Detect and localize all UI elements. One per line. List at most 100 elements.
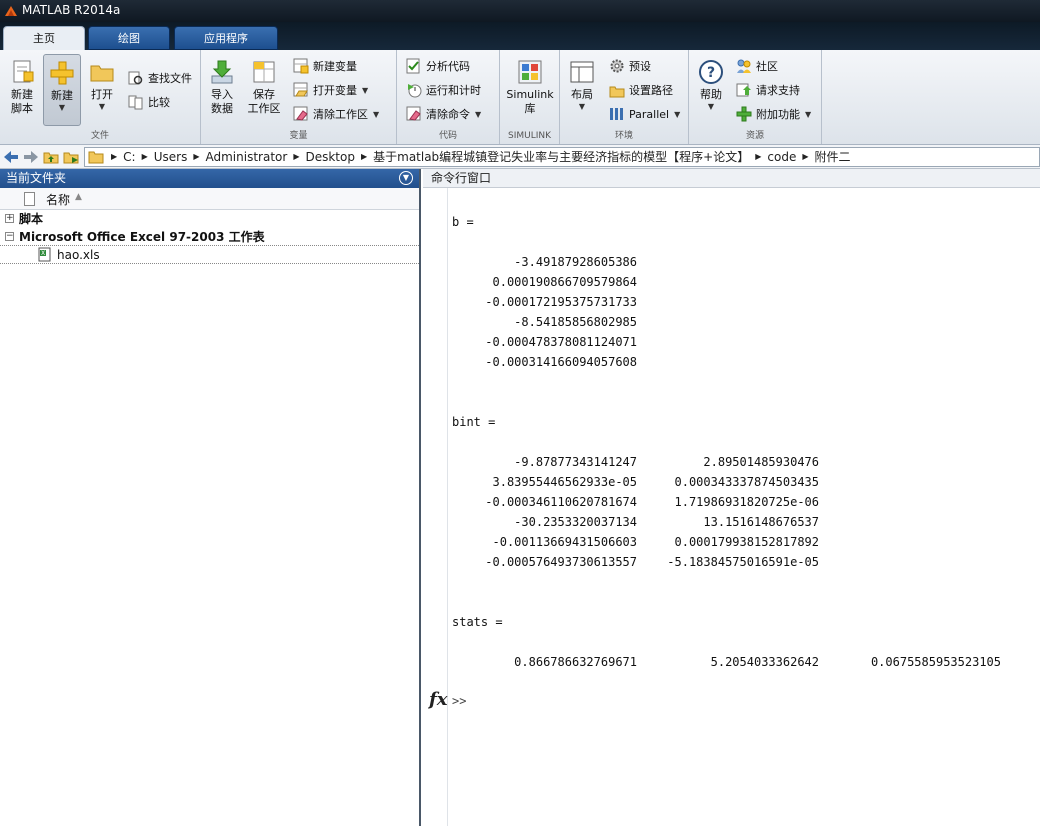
group-label-code: 代码 (438, 131, 457, 141)
new-script-button[interactable]: 新建 脚本 (3, 54, 41, 126)
b-value: -0.000172195375731733 (485, 295, 637, 309)
find-files-button[interactable]: 查找文件 (128, 68, 192, 88)
group-label-file: 文件 (90, 131, 109, 141)
group-label-simulink: SIMULINK (507, 131, 552, 141)
bint-value: 3.83955446562933e-05 (492, 475, 638, 489)
file-type-icon (24, 192, 35, 206)
open-variable-button[interactable]: 打开变量 ▼ (293, 80, 368, 100)
compare-button[interactable]: 比较 (128, 92, 170, 112)
ribbon-group-environment: 布局 ▼ 预设 设置路径 Parallel ▼ 环境 (560, 50, 689, 144)
command-window-panel: 命令行窗口 b = -3.49187928605386 0.0001908667… (423, 169, 1040, 826)
breadcrumb-code[interactable]: code (767, 150, 796, 164)
tab-apps[interactable]: 应用程序 (174, 26, 278, 50)
group-label: Microsoft Office Excel 97-2003 工作表 (19, 230, 265, 244)
ribbon: 新建 脚本 新建 ▼ 打开 ▼ 查找文件 比较 文件 导入 数据 保存 工作区 … (0, 50, 1040, 145)
eraser-icon (293, 106, 309, 122)
chevron-down-icon: ▼ (674, 109, 681, 119)
breadcrumb-project-folder[interactable]: 基于matlab编程城镇登记失业率与主要经济指标的模型【程序+论文】 (373, 148, 749, 165)
chevron-down-icon: ▼ (578, 102, 586, 111)
output-variable-name: bint = (452, 415, 496, 429)
browse-folder-icon[interactable] (62, 148, 80, 166)
current-folder-header: 当前文件夹 ▼ (0, 169, 419, 188)
breadcrumb-desktop[interactable]: Desktop (305, 150, 355, 164)
help-icon: ? (697, 58, 725, 86)
add-ons-button[interactable]: 附加功能 ▼ (736, 104, 811, 124)
bint-value: 13.1516148676537 (703, 515, 819, 529)
parallel-button[interactable]: Parallel ▼ (609, 104, 680, 124)
b-value: 0.000190866709579864 (492, 275, 638, 289)
clear-workspace-button[interactable]: 清除工作区 ▼ (293, 104, 379, 124)
svg-text:X: X (41, 250, 45, 257)
find-files-icon (128, 70, 144, 86)
stats-value: 5.2054033362642 (710, 655, 819, 669)
chevron-down-icon: ▼ (707, 102, 715, 111)
sort-ascending-icon: ▲ (75, 192, 82, 202)
stats-value: 0.866786632769671 (514, 655, 637, 669)
function-browser-icon[interactable]: fx (429, 689, 447, 710)
breadcrumb-users[interactable]: Users (154, 150, 188, 164)
simulink-library-icon (516, 58, 544, 86)
back-arrow-icon[interactable] (2, 148, 20, 166)
chevron-down-icon: ▼ (373, 109, 380, 119)
gear-icon (609, 58, 625, 74)
bint-value: 1.71986931820725e-06 (674, 495, 820, 509)
ribbon-group-file: 新建 脚本 新建 ▼ 打开 ▼ 查找文件 比较 文件 (0, 50, 201, 144)
ribbon-group-variable: 导入 数据 保存 工作区 新建变量 打开变量 ▼ 清除工作区 ▼ 变量 (201, 50, 397, 144)
simulink-library-button[interactable]: Simulink 库 (505, 54, 555, 126)
ribbon-group-code: 分析代码 运行和计时 清除命令 ▼ 代码 (397, 50, 500, 144)
tab-home[interactable]: 主页 (3, 26, 85, 50)
stats-value: 0.0675585953523105 (870, 655, 1001, 669)
chevron-down-icon: ▼ (805, 109, 812, 119)
forward-arrow-icon[interactable] (22, 148, 40, 166)
save-workspace-button[interactable]: 保存 工作区 (245, 54, 283, 126)
path-field[interactable]: ▶ C: ▶ Users ▶ Administrator ▶ Desktop ▶… (84, 146, 1040, 167)
matlab-logo-icon (5, 6, 17, 16)
breadcrumb-administrator[interactable]: Administrator (206, 150, 288, 164)
group-label-resources: 资源 (745, 131, 764, 141)
import-icon (208, 58, 236, 86)
group-label-environment: 环境 (614, 131, 633, 141)
group-row-scripts[interactable]: + 脚本 (0, 210, 419, 228)
current-folder-title: 当前文件夹 (6, 171, 67, 185)
column-header-row: 名称 ▲ (0, 188, 419, 210)
open-button[interactable]: 打开 ▼ (83, 54, 121, 126)
file-row[interactable]: X hao.xls (0, 246, 419, 264)
layout-button[interactable]: 布局 ▼ (563, 54, 601, 126)
new-variable-icon (293, 58, 309, 74)
import-data-button[interactable]: 导入 数据 (203, 54, 241, 126)
excel-file-icon: X (38, 247, 51, 262)
tab-plots[interactable]: 绘图 (88, 26, 170, 50)
panel-menu-icon[interactable]: ▼ (399, 171, 413, 185)
b-value: -0.000314166094057608 (485, 355, 637, 369)
community-button[interactable]: 社区 (736, 56, 778, 76)
bint-value: -5.18384575016591e-05 (667, 555, 819, 569)
new-button[interactable]: 新建 ▼ (43, 54, 81, 126)
command-window-output[interactable]: b = -3.49187928605386 0.0001908667095798… (452, 188, 1040, 826)
title-bar: MATLAB R2014a (0, 0, 1040, 22)
analyze-code-button[interactable]: 分析代码 (406, 56, 470, 76)
help-button[interactable]: ? 帮助 ▼ (692, 54, 730, 126)
chevron-right-icon: ▶ (802, 152, 809, 161)
plus-icon (48, 59, 76, 87)
up-folder-icon[interactable] (42, 148, 60, 166)
b-value: -0.000478378081124071 (485, 335, 637, 349)
preferences-button[interactable]: 预设 (609, 56, 651, 76)
breadcrumb-drive[interactable]: C: (123, 150, 135, 164)
breadcrumb-attachment[interactable]: 附件二 (815, 148, 851, 165)
run-and-time-button[interactable]: 运行和计时 (406, 80, 481, 100)
bint-value: -0.000346110620781674 (485, 495, 637, 509)
command-prompt[interactable]: >> (452, 694, 466, 708)
expand-icon[interactable]: + (5, 214, 14, 223)
group-row-excel[interactable]: − Microsoft Office Excel 97-2003 工作表 (0, 228, 419, 246)
bint-value: 2.89501485930476 (703, 455, 819, 469)
collapse-icon[interactable]: − (5, 232, 14, 241)
column-header-name[interactable]: 名称 (46, 191, 70, 208)
clear-commands-button[interactable]: 清除命令 ▼ (406, 104, 481, 124)
folder-open-icon (88, 58, 116, 86)
new-variable-button[interactable]: 新建变量 (293, 56, 357, 76)
request-support-button[interactable]: 请求支持 (736, 80, 800, 100)
set-path-button[interactable]: 设置路径 (609, 80, 673, 100)
set-path-icon (609, 82, 625, 98)
ribbon-group-resources: ? 帮助 ▼ 社区 请求支持 附加功能 ▼ 资源 (689, 50, 822, 144)
chevron-down-icon: ▼ (98, 102, 106, 111)
